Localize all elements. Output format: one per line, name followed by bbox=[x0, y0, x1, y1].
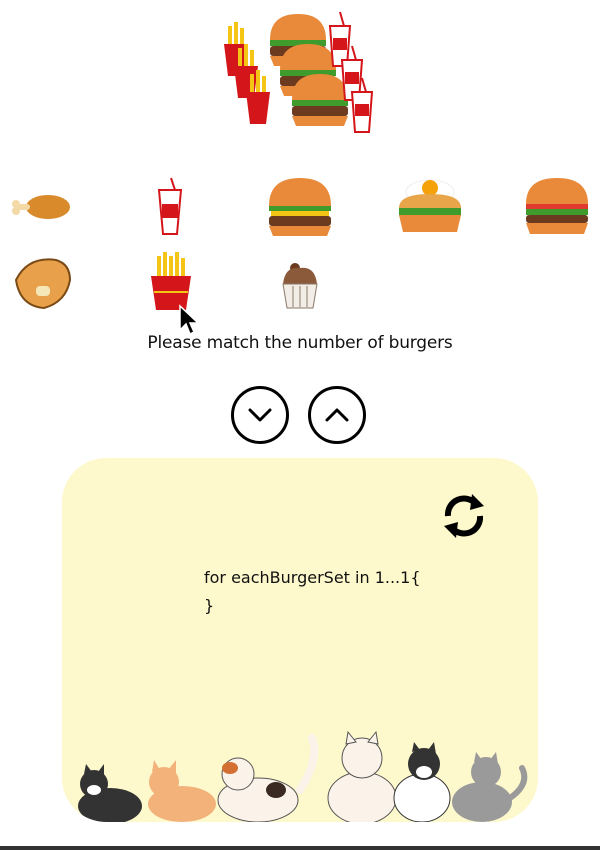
bottom-border bbox=[0, 846, 600, 850]
code-panel: for eachBurgerSet in 1...1{ } bbox=[62, 458, 538, 822]
cat-tuxedo bbox=[393, 742, 451, 822]
chevron-up-icon bbox=[325, 408, 349, 422]
cat-white bbox=[327, 730, 397, 822]
instruction-text: Please match the number of burgers bbox=[147, 333, 453, 353]
soda-cup-icon[interactable] bbox=[135, 172, 205, 242]
cupcake-icon[interactable] bbox=[265, 250, 335, 320]
refresh-icon[interactable] bbox=[438, 486, 490, 546]
veggie-burger-icon[interactable] bbox=[522, 172, 592, 242]
egg-burger-icon[interactable] bbox=[395, 172, 465, 242]
cheeseburger-icon[interactable] bbox=[265, 172, 335, 242]
cat-calico bbox=[217, 734, 319, 822]
cat-black bbox=[78, 764, 142, 822]
mouse-cursor-icon bbox=[179, 304, 200, 336]
decrease-button[interactable] bbox=[231, 386, 289, 444]
fries-stack bbox=[224, 22, 270, 124]
code-line-loop: for eachBurgerSet in 1...1{ bbox=[204, 568, 421, 587]
chicken-wing-icon[interactable] bbox=[8, 250, 78, 320]
chicken-leg-icon[interactable] bbox=[8, 172, 78, 242]
code-line-close: } bbox=[204, 596, 215, 615]
cat-orange bbox=[148, 760, 216, 822]
increase-button[interactable] bbox=[308, 386, 366, 444]
chevron-down-icon bbox=[248, 408, 272, 422]
cat-tabby bbox=[452, 752, 528, 822]
cats-illustration bbox=[78, 730, 528, 822]
target-burger-set bbox=[224, 11, 374, 133]
